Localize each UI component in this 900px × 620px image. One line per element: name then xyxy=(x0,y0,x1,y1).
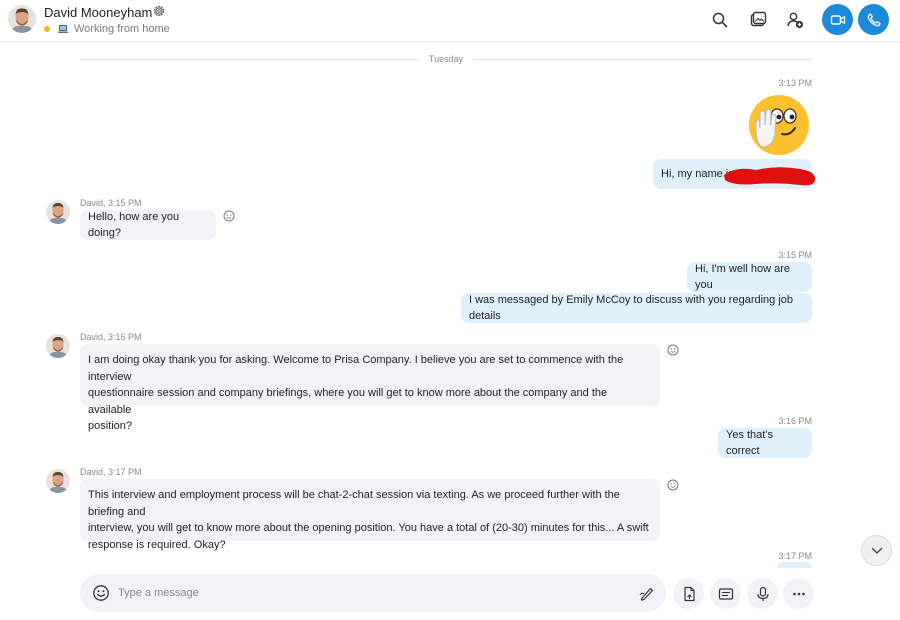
sender-meta: David, 3:17 PM xyxy=(80,467,142,477)
sender-meta: David, 3:15 PM xyxy=(80,198,142,208)
message-text: I was messaged by Emily McCoy to discuss… xyxy=(469,293,794,323)
contact-card-button[interactable] xyxy=(710,578,741,609)
home-office-icon xyxy=(58,25,68,33)
compose-box xyxy=(80,574,666,612)
sender-avatar[interactable] xyxy=(46,334,70,358)
add-reaction-icon[interactable] xyxy=(667,479,679,491)
video-call-icon xyxy=(830,14,845,25)
incoming-message[interactable]: This interview and employment process wi… xyxy=(80,479,660,551)
message-line: interview, you will get to know more abo… xyxy=(88,522,649,534)
chat-header: David Mooneyham Working from home xyxy=(0,0,900,42)
more-options-button[interactable] xyxy=(783,578,814,609)
contact-avatar[interactable] xyxy=(8,5,36,33)
gear-icon[interactable] xyxy=(152,4,166,18)
chevron-down-icon xyxy=(871,547,882,554)
message-timestamp: 3:13 PM xyxy=(778,78,812,88)
more-options-icon xyxy=(792,592,805,595)
share-file-button[interactable] xyxy=(673,578,704,609)
audio-call-button[interactable] xyxy=(858,4,889,35)
contact-card-icon xyxy=(718,587,733,600)
presence-dot xyxy=(44,26,50,32)
message-timestamp: 3:16 PM xyxy=(778,416,812,426)
day-label: Tuesday xyxy=(428,54,464,64)
scroll-to-bottom-button[interactable] xyxy=(861,535,892,566)
share-file-icon xyxy=(683,586,695,601)
message-timestamp: 3:17 PM xyxy=(778,551,812,561)
hi-wave-emoji[interactable] xyxy=(746,92,812,158)
contact-name[interactable]: David Mooneyham xyxy=(44,5,152,20)
search-icon[interactable] xyxy=(708,8,732,32)
add-people-icon[interactable] xyxy=(783,8,807,32)
handwriting-icon[interactable] xyxy=(638,584,656,602)
video-call-button[interactable] xyxy=(822,4,853,35)
message-input[interactable] xyxy=(118,583,618,603)
message-line: I am doing okay thank you for asking. We… xyxy=(88,354,624,383)
presence-status[interactable]: Working from home xyxy=(44,22,170,36)
divider-line-left xyxy=(80,59,418,60)
sender-avatar[interactable] xyxy=(46,200,70,224)
message-line: This interview and employment process wi… xyxy=(88,489,620,518)
add-reaction-icon[interactable] xyxy=(667,344,679,356)
incoming-message[interactable]: I am doing okay thank you for asking. We… xyxy=(80,344,660,432)
message-timestamp: 3:15 PM xyxy=(778,250,812,260)
outgoing-message[interactable]: Yes that's correct xyxy=(718,428,812,458)
message-line: position? xyxy=(88,420,133,432)
outgoing-message[interactable]: I was messaged by Emily McCoy to discuss… xyxy=(461,293,812,323)
audio-call-icon xyxy=(867,12,881,26)
microphone-icon xyxy=(756,586,769,601)
message-text: Yes that's correct xyxy=(726,428,773,458)
gallery-icon[interactable] xyxy=(746,8,770,32)
add-reaction-icon[interactable] xyxy=(223,210,235,222)
message-text: Hi, I'm well how are you xyxy=(695,262,791,292)
message-text: Hello, how are you doing? xyxy=(88,210,180,240)
voice-message-button[interactable] xyxy=(747,578,778,609)
redaction-mark xyxy=(724,167,816,186)
message-line: response is required. Okay? xyxy=(88,538,226,551)
sender-avatar[interactable] xyxy=(46,469,70,493)
outgoing-message[interactable]: Hi, I'm well how are you xyxy=(687,262,812,292)
divider-line-right xyxy=(474,59,812,60)
status-message: Working from home xyxy=(74,23,170,35)
emoji-picker-icon[interactable] xyxy=(92,584,110,602)
message-line: questionnaire session and company briefi… xyxy=(88,387,608,416)
outgoing-message-partial[interactable] xyxy=(777,562,812,568)
incoming-message[interactable]: Hello, how are you doing? xyxy=(80,210,216,240)
sender-meta: David, 3:16 PM xyxy=(80,332,142,342)
